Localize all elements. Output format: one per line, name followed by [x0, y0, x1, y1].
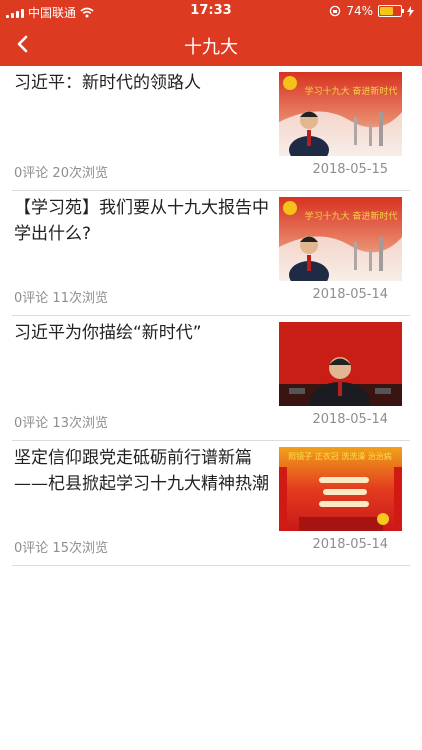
thumb-caption: 学习十九大 奋进新时代 [305, 85, 398, 97]
article-title: 习近平为你描绘“新时代” [14, 323, 202, 343]
article-thumbnail: 学习十九大 奋进新时代 [279, 197, 402, 281]
comment-count: 0评论 [14, 541, 49, 556]
thumb-caption: 学习十九大 奋进新时代 [305, 210, 398, 222]
article-stats: 0评论 11次浏览 [14, 287, 108, 306]
article-date: 2018-05-15 [312, 162, 388, 177]
nav-bar: 十九大 [0, 22, 422, 66]
battery-level [380, 7, 393, 15]
article-stats: 0评论 15次浏览 [14, 537, 108, 556]
article-date: 2018-05-14 [312, 412, 388, 427]
article-date: 2018-05-14 [312, 537, 388, 552]
article-title: 坚定信仰跟党走砥砺前行谱新篇——杞县掀起学习十九大精神热潮 [14, 448, 269, 494]
comment-count: 0评论 [14, 416, 49, 431]
article-item[interactable]: 习近平为你描绘“新时代” 0评论 13次浏览 2018-05-14 [12, 316, 410, 441]
battery-icon [378, 5, 404, 17]
view-count: 13次浏览 [52, 416, 108, 431]
view-count: 11次浏览 [52, 291, 108, 306]
battery-percent: 74% [346, 4, 373, 18]
view-count: 15次浏览 [52, 541, 108, 556]
page-title: 十九大 [184, 37, 238, 58]
article-title: 习近平：新时代的领路人 [14, 73, 201, 93]
status-bar: 中国联通 17:33 74% [0, 0, 422, 22]
comment-count: 0评论 [14, 166, 49, 181]
orientation-lock-icon [330, 5, 341, 17]
charging-icon [407, 5, 414, 17]
article-date: 2018-05-14 [312, 287, 388, 302]
article-thumbnail: 照镜子 正衣冠 洗洗澡 治治病 [279, 447, 402, 531]
article-list: 习近平：新时代的领路人 学习十九大 奋进新时代 0评论 20次浏览 2018-0… [0, 66, 422, 566]
article-thumbnail: 学习十九大 奋进新时代 [279, 72, 402, 156]
article-item[interactable]: 坚定信仰跟党走砥砺前行谱新篇——杞县掀起学习十九大精神热潮 照镜子 正衣冠 洗洗… [12, 441, 410, 566]
article-stats: 0评论 13次浏览 [14, 412, 108, 431]
article-item[interactable]: 【学习苑】我们要从十九大报告中学出什么? 学习十九大 奋进新时代 0评论 11次… [12, 191, 410, 316]
article-thumbnail [279, 322, 402, 406]
thumb-caption: 照镜子 正衣冠 洗洗澡 治治病 [288, 451, 392, 461]
view-count: 20次浏览 [52, 166, 108, 181]
article-title: 【学习苑】我们要从十九大报告中学出什么? [14, 198, 269, 244]
article-stats: 0评论 20次浏览 [14, 162, 108, 181]
status-right: 74% [329, 4, 414, 18]
article-item[interactable]: 习近平：新时代的领路人 学习十九大 奋进新时代 0评论 20次浏览 2018-0… [12, 66, 410, 191]
comment-count: 0评论 [14, 291, 49, 306]
